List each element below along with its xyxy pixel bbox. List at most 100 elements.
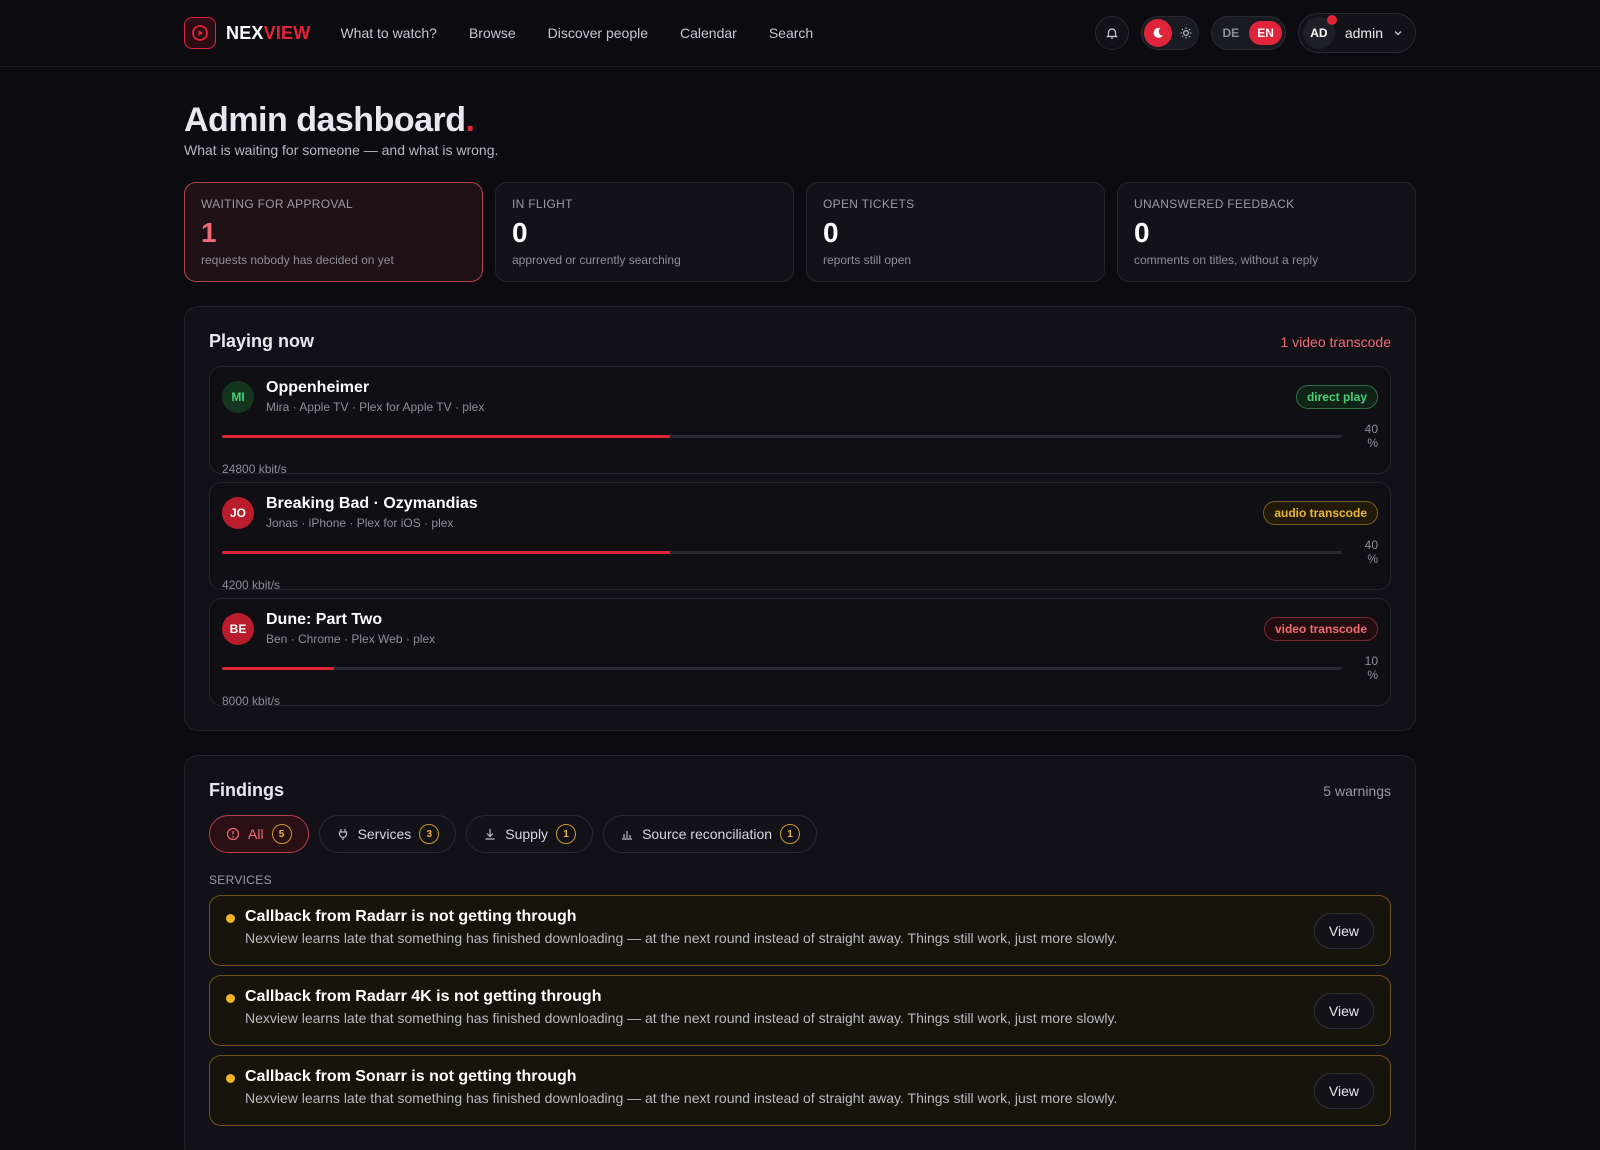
tab-count: 1 bbox=[780, 824, 801, 844]
panel-title: Findings bbox=[209, 780, 284, 800]
tab-count: 1 bbox=[556, 824, 577, 844]
progress-percent: 40 % bbox=[1364, 422, 1378, 450]
warning-dot bbox=[226, 914, 235, 923]
page-subtitle: What is waiting for someone — and what i… bbox=[184, 142, 499, 158]
panel-header: Playing now 1 video transcode bbox=[209, 331, 1391, 352]
status-badge: video transcode bbox=[1263, 617, 1378, 641]
brand-name-second: VIEW bbox=[263, 22, 311, 43]
status-badge: audio transcode bbox=[1263, 501, 1378, 525]
avatar-initials: AD bbox=[1310, 26, 1328, 40]
tab-label: Services bbox=[357, 826, 412, 842]
download-icon bbox=[485, 829, 495, 840]
stat-in-flight[interactable]: IN FLIGHT 0 approved or currently search… bbox=[495, 182, 794, 282]
tab-label: Source reconciliation bbox=[642, 826, 773, 842]
session-item[interactable]: MI Oppenheimer Mira · Apple TV · Plex fo… bbox=[209, 366, 1391, 476]
finding-description: Nexview learns late that something has f… bbox=[245, 930, 1118, 946]
session-info: Breaking Bad · Ozymandias Jonas · iPhone… bbox=[266, 495, 1251, 530]
lang-en[interactable]: EN bbox=[1249, 21, 1282, 45]
page-title: Admin dashboard. bbox=[184, 101, 1416, 140]
lang-de[interactable]: DE bbox=[1215, 21, 1248, 45]
warning-dot bbox=[226, 994, 235, 1003]
nav-what-to-watch[interactable]: What to watch? bbox=[340, 25, 437, 41]
avatar: MI bbox=[222, 381, 254, 413]
stat-unanswered-feedback[interactable]: UNANSWERED FEEDBACK 0 comments on titles… bbox=[1117, 182, 1416, 282]
session-title: Breaking Bad · Ozymandias bbox=[266, 495, 478, 512]
stat-value: 1 bbox=[201, 217, 217, 248]
stat-desc: reports still open bbox=[823, 253, 912, 267]
finding-description: Nexview learns late that something has f… bbox=[245, 1010, 1118, 1026]
notification-dot bbox=[1326, 15, 1337, 25]
view-button[interactable]: View bbox=[1313, 913, 1374, 949]
nav-actions: DE EN AD admin bbox=[1094, 13, 1416, 53]
chevron-down-icon bbox=[1394, 31, 1402, 36]
progress-bar bbox=[222, 550, 1342, 554]
panel-title: Playing now bbox=[209, 331, 315, 351]
tab-label: Supply bbox=[505, 826, 549, 842]
view-button[interactable]: View bbox=[1313, 1073, 1374, 1109]
theme-toggle[interactable] bbox=[1140, 16, 1199, 50]
progress-row: 40 % bbox=[222, 538, 1378, 566]
stat-waiting-approval[interactable]: WAITING FOR APPROVAL 1 requests nobody h… bbox=[184, 182, 483, 282]
bar-chart-icon bbox=[622, 831, 633, 840]
avatar: JO bbox=[222, 497, 254, 529]
bitrate: 4200 kbit/s bbox=[222, 578, 281, 592]
user-name: admin bbox=[1344, 25, 1383, 41]
tab-count: 3 bbox=[419, 824, 440, 844]
language-switch: DE EN bbox=[1210, 16, 1286, 50]
progress-fill bbox=[222, 550, 670, 554]
findings-panel: Findings 5 warnings All 5 Services 3 Sup… bbox=[184, 755, 1416, 1150]
tab-services[interactable]: Services 3 bbox=[318, 815, 457, 853]
finding-item: Callback from Radarr 4K is not getting t… bbox=[209, 975, 1391, 1046]
panel-header: Findings 5 warnings bbox=[209, 780, 1391, 801]
finding-item: Callback from Sonarr is not getting thro… bbox=[209, 1055, 1391, 1126]
brand-name-first: NEX bbox=[226, 22, 264, 43]
session-details: Mira · Apple TV · Plex for Apple TV · pl… bbox=[266, 400, 485, 414]
playing-now-panel: Playing now 1 video transcode MI Oppenhe… bbox=[184, 306, 1416, 731]
nav-calendar[interactable]: Calendar bbox=[680, 25, 737, 41]
view-button[interactable]: View bbox=[1313, 993, 1374, 1029]
transcode-summary: 1 video transcode bbox=[1280, 333, 1391, 350]
sun-icon bbox=[1176, 19, 1196, 47]
findings-tabs: All 5 Services 3 Supply 1 Source reconci… bbox=[209, 815, 1391, 853]
finding-item: Callback from Radarr is not getting thro… bbox=[209, 895, 1391, 966]
session-details: Jonas · iPhone · Plex for iOS · plex bbox=[266, 516, 454, 530]
nav-discover-people[interactable]: Discover people bbox=[548, 25, 648, 41]
stat-desc: comments on titles, without a reply bbox=[1134, 253, 1319, 267]
session-header: MI Oppenheimer Mira · Apple TV · Plex fo… bbox=[222, 379, 1378, 414]
tab-supply[interactable]: Supply 1 bbox=[466, 815, 594, 853]
alert-circle-icon bbox=[226, 827, 240, 841]
bell-icon bbox=[1105, 28, 1118, 39]
brand[interactable]: NEXVIEW bbox=[184, 17, 310, 49]
stat-open-tickets[interactable]: OPEN TICKETS 0 reports still open bbox=[806, 182, 1105, 282]
progress-fill bbox=[222, 434, 670, 438]
finding-body: Callback from Radarr is not getting thro… bbox=[245, 908, 1304, 946]
nav-search[interactable]: Search bbox=[769, 25, 813, 41]
tab-all[interactable]: All 5 bbox=[209, 815, 309, 853]
session-item[interactable]: BE Dune: Part Two Ben · Chrome · Plex We… bbox=[209, 598, 1391, 708]
session-item[interactable]: JO Breaking Bad · Ozymandias Jonas · iPh… bbox=[209, 482, 1391, 592]
session-info: Oppenheimer Mira · Apple TV · Plex for A… bbox=[266, 379, 1284, 414]
nav-browse[interactable]: Browse bbox=[469, 25, 516, 41]
stat-label: OPEN TICKETS bbox=[823, 197, 915, 211]
avatar: AD bbox=[1302, 15, 1337, 49]
moon-icon bbox=[1143, 19, 1172, 47]
stat-value: 0 bbox=[823, 217, 839, 248]
status-badge: direct play bbox=[1295, 385, 1378, 409]
tab-count: 5 bbox=[271, 824, 292, 844]
stat-label: UNANSWERED FEEDBACK bbox=[1134, 197, 1295, 211]
user-menu[interactable]: AD admin bbox=[1297, 13, 1416, 53]
brand-name: NEXVIEW bbox=[226, 23, 310, 44]
stat-label: IN FLIGHT bbox=[512, 197, 573, 211]
bitrate: 24800 kbit/s bbox=[222, 462, 287, 476]
session-details: Ben · Chrome · Plex Web · plex bbox=[266, 632, 436, 646]
page-title-dot: . bbox=[465, 101, 475, 139]
page-title-text: Admin dashboard bbox=[184, 101, 466, 139]
finding-title: Callback from Sonarr is not getting thro… bbox=[245, 1068, 577, 1085]
play-logo-icon bbox=[184, 17, 216, 49]
stat-value: 0 bbox=[1134, 217, 1150, 248]
main-nav: What to watch? Browse Discover people Ca… bbox=[340, 25, 813, 41]
tab-source-reconciliation[interactable]: Source reconciliation 1 bbox=[603, 815, 818, 853]
notifications-button[interactable] bbox=[1094, 16, 1129, 50]
session-header: BE Dune: Part Two Ben · Chrome · Plex We… bbox=[222, 611, 1378, 646]
session-title: Dune: Part Two bbox=[266, 611, 383, 628]
